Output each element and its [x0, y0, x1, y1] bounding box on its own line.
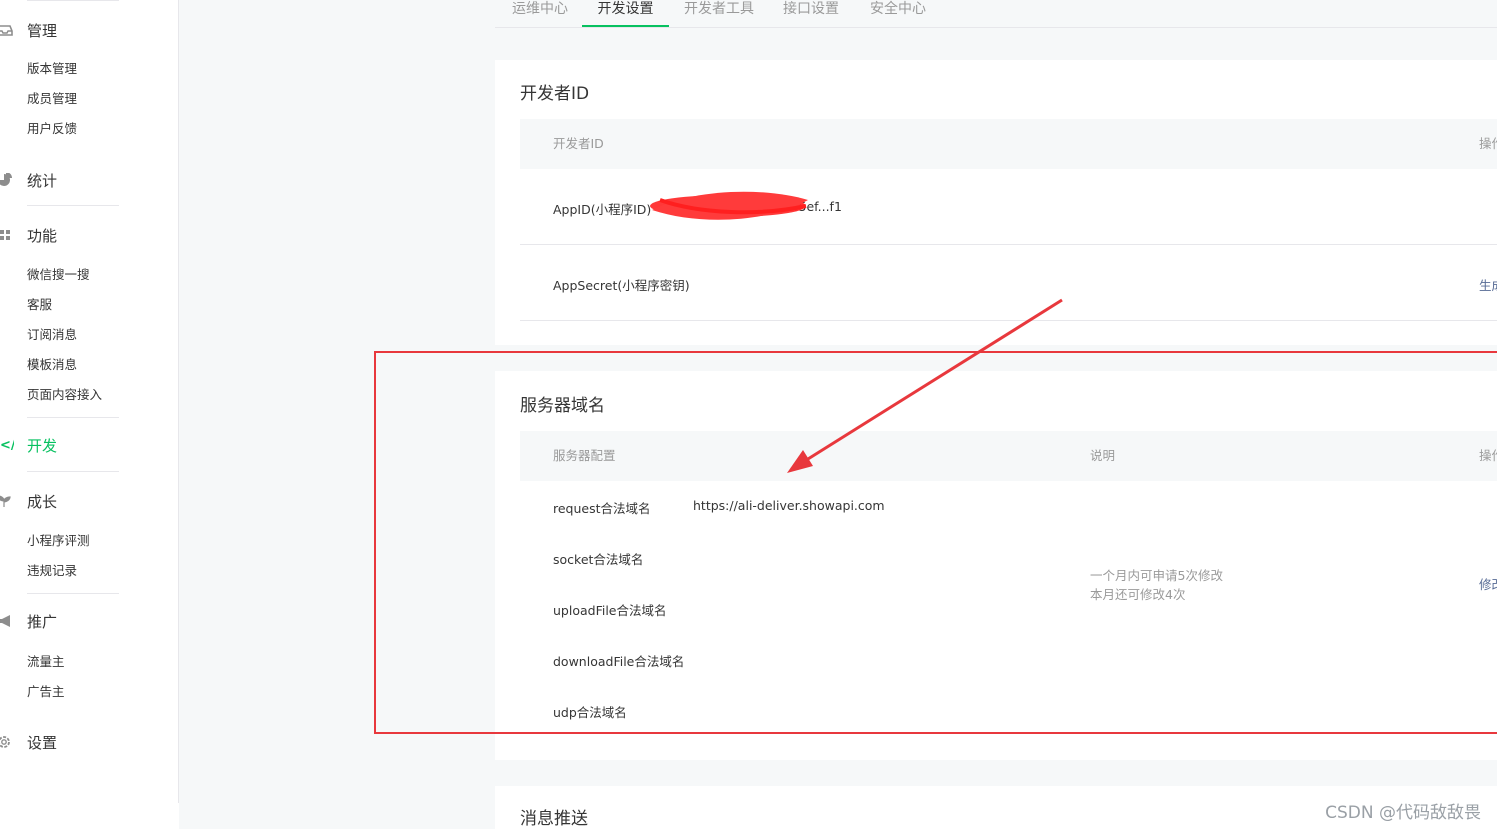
request-domain-label: request合法域名	[553, 501, 651, 516]
sidebar-group-promotion[interactable]: 推广	[0, 609, 57, 633]
download-domain-label: downloadFile合法域名	[553, 654, 685, 669]
tab-api-settings[interactable]: 接口设置	[783, 0, 839, 26]
sidebar-group-features[interactable]: 功能	[0, 223, 57, 247]
sidebar-divider	[27, 417, 119, 418]
developer-id-table-header: 开发者ID 操作	[520, 119, 1497, 169]
inbox-icon	[0, 23, 14, 37]
sidebar-item-subscribe-msg[interactable]: 订阅消息	[27, 325, 77, 345]
gear-icon	[0, 735, 14, 749]
modify-limit-note: 一个月内可申请5次修改	[1090, 568, 1223, 583]
sidebar-item-wechat-search[interactable]: 微信搜一搜	[27, 265, 90, 285]
sidebar-item-page-content[interactable]: 页面内容接入	[27, 385, 102, 405]
generate-secret-link[interactable]: 生成	[1479, 275, 1497, 294]
modify-remaining-note: 本月还可修改4次	[1090, 587, 1186, 602]
sidebar-group-label: 推广	[27, 612, 58, 631]
sidebar-divider	[27, 471, 119, 472]
request-domain-value: https://ali-deliver.showapi.com	[693, 498, 885, 513]
watermark: CSDN @代码敌敌畏	[1325, 803, 1481, 823]
server-domain-card: 服务器域名 服务器配置 说明 操作 request合法域名 https://al…	[495, 371, 1497, 760]
tab-security-center[interactable]: 安全中心	[870, 0, 926, 26]
developer-id-title: 开发者ID	[520, 84, 590, 104]
sidebar-item-evaluation[interactable]: 小程序评测	[27, 531, 90, 551]
col-action: 操作	[1479, 448, 1497, 463]
sidebar-group-growth[interactable]: 成长	[0, 489, 57, 513]
server-domain-title: 服务器域名	[520, 396, 605, 416]
sidebar-item-traffic-owner[interactable]: 流量主	[27, 652, 65, 672]
megaphone-icon	[0, 614, 14, 628]
message-push-title: 消息推送	[520, 809, 588, 829]
sprout-icon	[0, 494, 14, 508]
sidebar-top-divider	[27, 0, 119, 1]
sidebar-item-feedback[interactable]: 用户反馈	[27, 119, 77, 139]
sidebar-group-label: 管理	[27, 21, 58, 40]
modify-domain-link[interactable]: 修改	[1479, 574, 1497, 593]
sidebar-group-settings[interactable]: 设置	[0, 730, 57, 754]
col-server-config: 服务器配置	[553, 448, 616, 463]
upload-domain-label: uploadFile合法域名	[553, 603, 667, 618]
appsecret-label: AppSecret(小程序密钥)	[553, 278, 690, 293]
sidebar-item-template-msg[interactable]: 模板消息	[27, 355, 77, 375]
appid-label: AppID(小程序ID)	[553, 202, 652, 217]
sidebar-item-version[interactable]: 版本管理	[27, 59, 77, 79]
row-divider	[520, 244, 1497, 245]
tab-bar: 运维中心 开发设置 开发者工具 接口设置 安全中心	[495, 0, 1497, 28]
tab-dev-tools[interactable]: 开发者工具	[684, 0, 754, 26]
col-description: 说明	[1090, 448, 1116, 463]
sidebar-item-customer-service[interactable]: 客服	[27, 295, 52, 315]
socket-domain-label: socket合法域名	[553, 552, 644, 567]
sidebar-item-advertiser[interactable]: 广告主	[27, 682, 65, 702]
sidebar-item-members[interactable]: 成员管理	[27, 89, 77, 109]
sidebar-group-label: 统计	[27, 171, 58, 190]
sidebar-group-label: 设置	[27, 733, 58, 752]
sidebar-group-label: 成长	[27, 492, 58, 511]
udp-domain-label: udp合法域名	[553, 705, 627, 720]
col-developer-id: 开发者ID	[553, 136, 604, 151]
server-domain-table-header: 服务器配置 说明 操作	[520, 431, 1497, 481]
sidebar: 管理 版本管理 成员管理 用户反馈 统计 功能 微信搜一搜 客服 订阅消息 模板…	[0, 0, 179, 803]
appid-value: wx...7fdd4c545ef...f1	[710, 199, 842, 214]
sidebar-group-label: 功能	[27, 226, 58, 245]
sidebar-group-manage[interactable]: 管理	[0, 18, 57, 42]
tab-dev-settings[interactable]: 开发设置	[582, 0, 669, 27]
row-divider	[520, 320, 1497, 321]
pie-chart-icon	[0, 173, 14, 187]
sidebar-group-stats[interactable]: 统计	[0, 168, 57, 192]
sidebar-group-label: 开发	[27, 436, 58, 455]
col-action: 操作	[1479, 136, 1497, 151]
tab-ops-center[interactable]: 运维中心	[512, 0, 568, 26]
sidebar-divider	[27, 205, 119, 206]
code-icon: </>	[0, 438, 14, 452]
sidebar-group-develop[interactable]: </> 开发	[0, 433, 57, 457]
sidebar-divider	[27, 593, 119, 594]
grid-icon	[0, 228, 14, 242]
developer-id-card: 开发者ID 开发者ID 操作 AppID(小程序ID) wx...7fdd4c5…	[495, 60, 1497, 345]
sidebar-item-violations[interactable]: 违规记录	[27, 561, 77, 581]
